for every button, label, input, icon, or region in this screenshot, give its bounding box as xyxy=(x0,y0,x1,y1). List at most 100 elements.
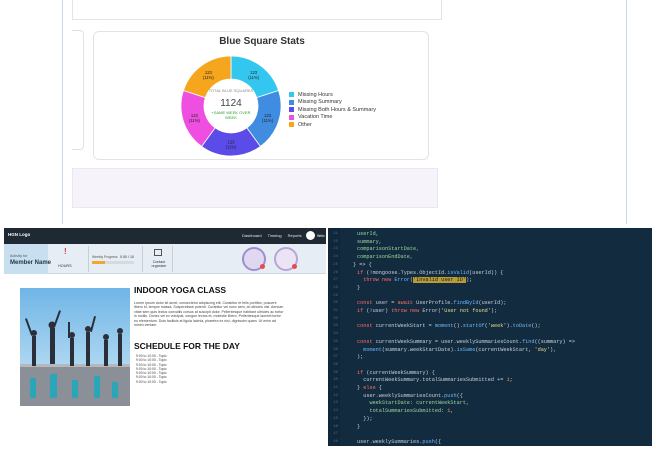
code-token: { xyxy=(375,385,382,391)
code-token: user.weeklySummariesCount. xyxy=(357,392,445,399)
legend-item: Other xyxy=(289,121,399,129)
progress-fill xyxy=(92,261,105,264)
code-token: const xyxy=(357,323,373,330)
left-card-edge xyxy=(72,30,84,150)
code-token: weekStartDate: currentWeekStart, xyxy=(357,400,470,407)
user-avatar-icon[interactable] xyxy=(306,231,315,240)
slice-label-5: (11%) xyxy=(203,75,214,80)
code-token: } xyxy=(357,284,361,291)
code-text: if (!user) throw new Error('User not fou… xyxy=(357,307,497,317)
code-token: ); xyxy=(465,277,473,284)
slice-label-1: (11%) xyxy=(248,75,259,80)
code-token: } xyxy=(357,423,361,430)
code-token: moment xyxy=(434,323,454,330)
legend-item: Missing Hours xyxy=(289,91,399,99)
envelope-icon[interactable] xyxy=(154,249,162,256)
code-token: isSame xyxy=(456,346,476,353)
code-token: (!user) xyxy=(363,308,392,314)
code-token: await xyxy=(397,300,414,307)
code-editor-panel[interactable]: 21 userId, 22 summary, 23 comparisonStartDate… xyxy=(328,228,652,446)
code-token: (); xyxy=(531,323,541,330)
code-token: }); xyxy=(357,415,373,422)
progress-label: Weekly Progress xyxy=(92,255,118,259)
code-token: (userId)) { xyxy=(469,269,504,276)
code-token: (!mongoose.Types.ObjectId. xyxy=(363,269,448,276)
purple-card-strip xyxy=(72,168,438,208)
member-box xyxy=(4,244,48,274)
code-token: const xyxy=(357,300,373,307)
code-token: const xyxy=(357,338,373,345)
code-token: ({ xyxy=(456,392,463,399)
code-token: push xyxy=(422,438,435,445)
code-token: currentWeekSummary = user.weeklySummarie… xyxy=(372,338,523,345)
dashboard-panel: Blue Square Stats 123 (11%) 123 (11%) 123 (11… xyxy=(0,0,656,226)
member-caption: Activity for xyxy=(10,254,28,258)
code-token: 'day' xyxy=(534,346,551,353)
yoga-app-panel: HGN Logo Dashboard Timelog Reports Welc … xyxy=(4,228,326,446)
line-number: 48 xyxy=(333,439,338,444)
slice-label-3: (11%) xyxy=(226,145,237,150)
alert-icon: ! xyxy=(64,247,67,256)
code-text: } xyxy=(357,284,360,294)
code-text: moment(summary.weekStartDate).isSame(cur… xyxy=(357,346,556,356)
legend-item: Vacation Time xyxy=(289,114,399,122)
center-value: 1124 xyxy=(220,98,242,109)
contact-organizer-label[interactable]: Contact organizer xyxy=(150,260,168,268)
legend-label: Missing Hours xyxy=(298,91,333,98)
code-token: userId, xyxy=(357,231,379,237)
nav-link-dashboard[interactable]: Dashboard xyxy=(242,233,262,238)
code-token: } => { xyxy=(353,261,372,268)
code-token: totalSummariesSubmitted: xyxy=(357,408,448,415)
code-token: , xyxy=(450,408,454,415)
code-token: UserProfile. xyxy=(413,300,454,307)
code-token: (currentWeekStart, xyxy=(475,346,535,353)
donut-chart: 123(11%)123(11%)123(11%)123(11%)123(11%)… xyxy=(180,55,282,157)
divider xyxy=(88,246,89,272)
code-token: throw new xyxy=(391,308,420,314)
code-text: } xyxy=(357,423,360,433)
panel-border-left xyxy=(62,0,63,224)
legend-item: Missing Summary xyxy=(289,99,399,107)
member-name: Member Name xyxy=(10,260,52,266)
blue-square-stats-card: Blue Square Stats 123 (11%) 123 (11%) 123 (11… xyxy=(93,31,429,160)
legend-label: Missing Summary xyxy=(298,99,342,106)
divider xyxy=(142,246,143,272)
code-token: (userId); xyxy=(478,300,507,307)
nav-user-text[interactable]: Welc xyxy=(317,234,325,238)
code-text: throw new Error('Invalid user ID'); xyxy=(357,276,472,286)
code-token: 'week' xyxy=(487,323,507,330)
nav-link-reports[interactable]: Reports xyxy=(288,233,302,238)
code-token: (currentWeekSummary) { xyxy=(363,369,435,376)
brand-logo[interactable]: HGN Logo xyxy=(8,232,30,237)
chart-title: Blue Square Stats xyxy=(219,36,305,47)
legend-swatch xyxy=(289,107,294,113)
code-token: 'Invalid user ID' xyxy=(413,277,466,284)
code-token: else xyxy=(363,385,376,391)
description-text: Lorem ipsum dolor sit amet, consectetur … xyxy=(134,301,284,328)
code-token: push xyxy=(444,392,457,399)
legend-swatch xyxy=(289,99,294,105)
legend-label: Other xyxy=(298,121,312,128)
top-card-strip xyxy=(72,0,442,20)
yoga-class-photo xyxy=(20,288,130,406)
code-token: (). xyxy=(453,323,463,330)
badge-notification-dot xyxy=(260,264,265,269)
divider xyxy=(172,246,173,272)
nav-links: Dashboard Timelog Reports xyxy=(242,233,302,238)
code-token: currentWeekSummary.totalSummariesSubmitt… xyxy=(357,377,507,384)
progress-value: 0.00 / 10 xyxy=(120,255,134,259)
page-title: INDOOR YOGA CLASS xyxy=(134,285,227,295)
nav-link-timelog[interactable]: Timelog xyxy=(268,233,282,238)
schedule-item: 9:00 to 10:00 - Topic xyxy=(136,358,167,363)
code-token: comparisonEndDate, xyxy=(357,254,414,261)
code-token: ); xyxy=(357,354,364,361)
code-token: ; xyxy=(509,377,513,384)
panel-border-right xyxy=(626,0,627,224)
center-label: TOTAL BLUE SQUARES xyxy=(209,88,254,93)
legend-swatch xyxy=(289,122,294,128)
hours-label: HOURS xyxy=(58,264,72,268)
code-token: comparisonStartDate, xyxy=(357,246,420,253)
legend-label: Missing Both Hours & Summary xyxy=(298,106,376,113)
legend-item: Missing Both Hours & Summary xyxy=(289,106,399,114)
code-token: user.weeklySummaries. xyxy=(357,438,423,445)
